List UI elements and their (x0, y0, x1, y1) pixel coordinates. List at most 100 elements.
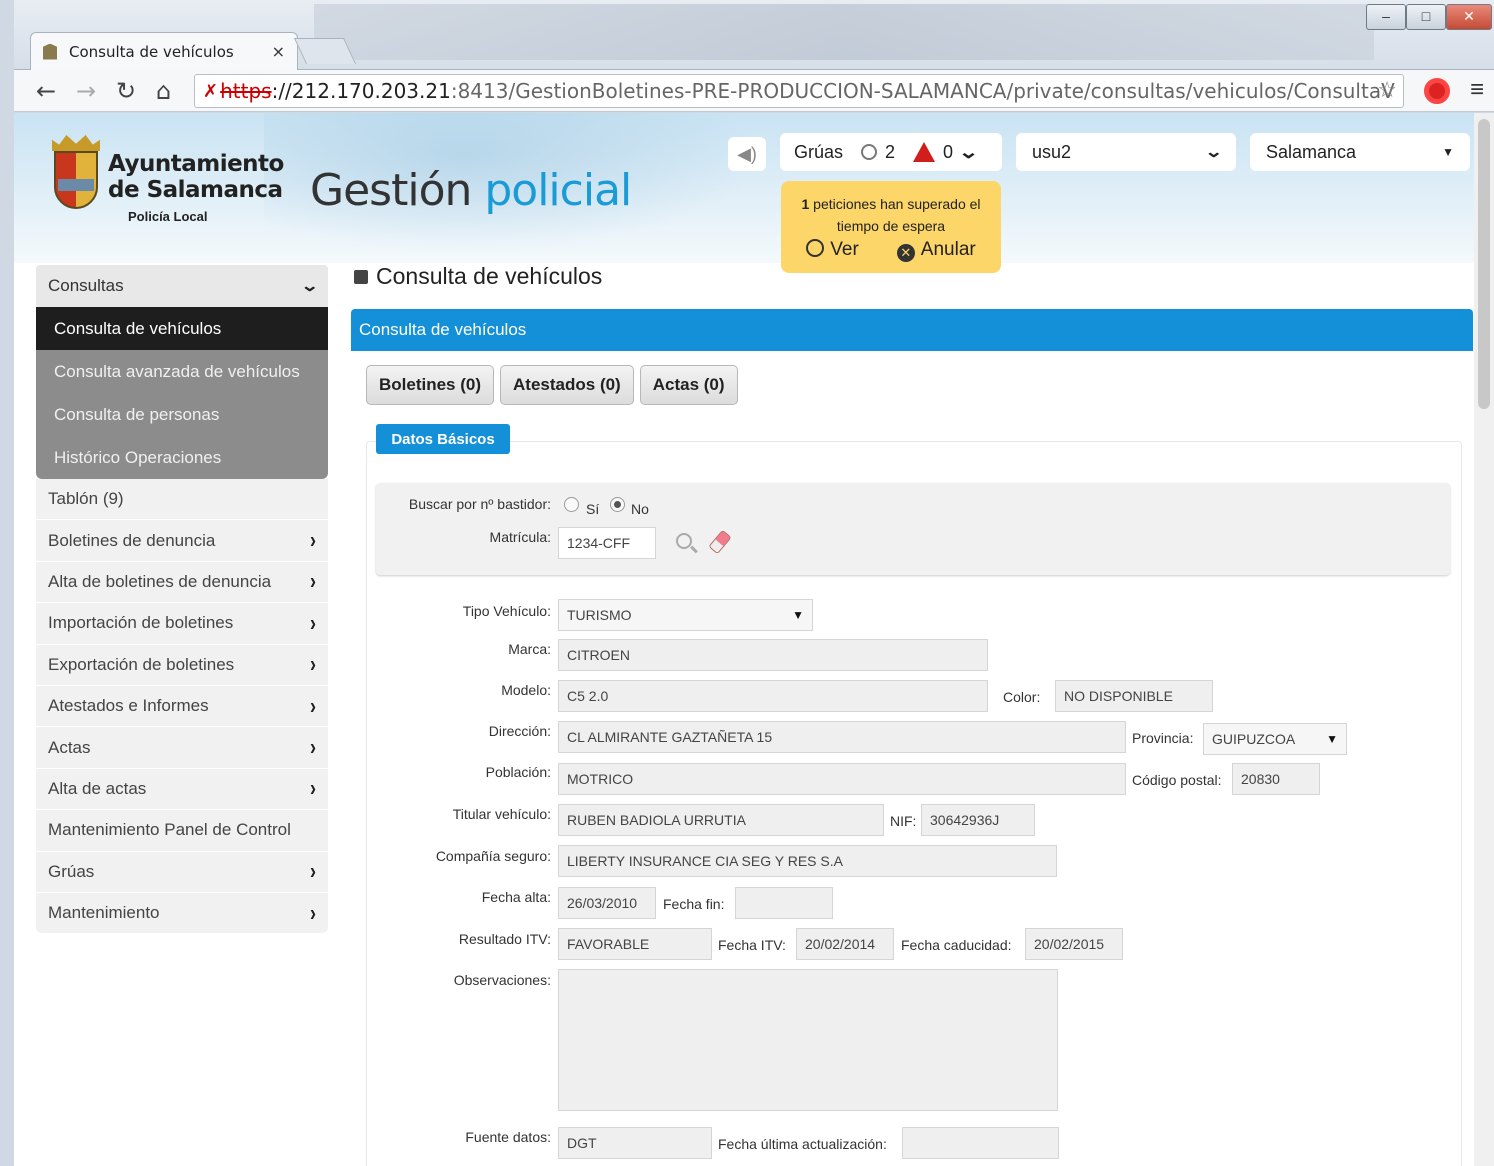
alert-text2: tiempo de espera (836, 218, 946, 234)
alert-cancel-button[interactable]: ✕ Anular (896, 239, 976, 262)
sidebar: Consultas ⌄ Consulta de vehículos Consul… (36, 265, 328, 935)
tab-actas[interactable]: Actas (0) (639, 365, 738, 405)
menu-icon[interactable]: ≡ (1470, 76, 1484, 104)
sidebar-item-boletines[interactable]: Boletines de denuncia › (36, 520, 328, 562)
logo-line2: de Salamanca (108, 177, 283, 203)
sidebar-item-exportacion[interactable]: Exportación de boletines › (36, 644, 328, 686)
warning-icon (913, 142, 936, 162)
modelo-field[interactable]: C5 2.0 (558, 680, 988, 712)
close-window-button[interactable]: ✕ (1446, 4, 1492, 30)
sidebar-item-historico[interactable]: Histórico Operaciones (36, 436, 328, 479)
minimize-button[interactable]: – (1366, 4, 1406, 30)
collapse-icon[interactable] (354, 269, 368, 284)
chevron-right-icon: › (310, 568, 316, 595)
tipo-select[interactable]: TURISMO ▼ (558, 599, 813, 631)
seguro-field[interactable]: LIBERTY INSURANCE CIA SEG Y RES S.A (558, 845, 1057, 877)
section-title: Datos Básicos (376, 424, 510, 454)
radio-si[interactable] (564, 497, 579, 512)
back-icon[interactable]: ← (36, 76, 56, 106)
close-tab-icon[interactable]: × (272, 42, 285, 61)
chevron-right-icon: › (310, 858, 316, 885)
fecha-itv-field[interactable]: 20/02/2014 (796, 928, 894, 960)
gruas-warn-count: 0 (943, 141, 954, 162)
tab-atestados[interactable]: Atestados (0) (500, 365, 634, 405)
favicon-icon (43, 43, 57, 60)
gruas-dropdown[interactable]: Grúas 2 0 ⌄ (780, 133, 1002, 171)
marca-field[interactable]: CITROEN (558, 639, 988, 671)
url-path: :8413/GestionBoletines-PRE-PRODUCCION-SA… (450, 79, 1395, 103)
cancel-icon: ✕ (896, 244, 915, 262)
caducidad-field[interactable]: 20/02/2015 (1025, 928, 1123, 960)
modelo-label: Modelo: (501, 682, 551, 698)
direccion-field[interactable]: CL ALMIRANTE GAZTAÑETA 15 (558, 721, 1126, 753)
address-bar[interactable]: ✗ https ://212.170.203.21 :8413/GestionB… (194, 74, 1404, 108)
zoom-in-icon (806, 239, 825, 257)
home-icon[interactable]: ⌂ (156, 76, 171, 106)
scrollbar-thumb[interactable] (1478, 119, 1490, 409)
sidebar-item-tablon[interactable]: Tablón (9) (36, 479, 328, 521)
color-field[interactable]: NO DISPONIBLE (1055, 680, 1213, 712)
nif-field[interactable]: 30642936J (921, 804, 1035, 836)
alert-view-button[interactable]: Ver (806, 239, 859, 262)
fin-field[interactable] (735, 887, 833, 919)
dropdown-arrow-icon: ▼ (1442, 145, 1454, 159)
provincia-select[interactable]: GUIPUZCOA ▼ (1203, 723, 1347, 755)
fin-label: Fecha fin: (663, 896, 725, 912)
forward-icon[interactable]: → (76, 76, 96, 106)
titular-label: Titular vehículo: (452, 806, 551, 822)
browser-toolbar: ← → ↻ ⌂ ✗ https ://212.170.203.21 :8413/… (14, 70, 1494, 112)
itv-label: Resultado ITV: (458, 931, 551, 947)
sidebar-item-panel-control[interactable]: Mantenimiento Panel de Control (36, 810, 328, 852)
radio-no[interactable] (610, 497, 625, 512)
matricula-input[interactable]: 1234-CFF (558, 527, 656, 559)
sidebar-item-mantenimiento[interactable]: Mantenimiento › (36, 892, 328, 935)
fuente-field[interactable]: DGT (558, 1127, 712, 1159)
sidebar-section-consultas[interactable]: Consultas ⌄ (36, 265, 328, 307)
observaciones-textarea[interactable] (558, 969, 1058, 1111)
poblacion-field[interactable]: MOTRICO (558, 763, 1126, 795)
chevron-right-icon: › (310, 899, 316, 926)
chevron-right-icon: › (310, 609, 316, 636)
bastidor-label: Buscar por nº bastidor: (408, 496, 551, 512)
maximize-button[interactable]: □ (1406, 4, 1446, 30)
marca-label: Marca: (508, 641, 551, 657)
itv-field[interactable]: FAVORABLE (558, 928, 712, 960)
dropdown-arrow-icon: ▼ (1326, 732, 1338, 746)
city-select[interactable]: Salamanca ▼ (1250, 133, 1470, 171)
cp-field[interactable]: 20830 (1232, 763, 1320, 795)
sidebar-item-consulta-personas[interactable]: Consulta de personas (36, 393, 328, 436)
color-label: Color: (1003, 689, 1041, 705)
titular-field[interactable]: RUBEN BADIOLA URRUTIA (558, 804, 884, 836)
user-select[interactable]: usu2 ⌄ (1016, 133, 1236, 171)
chevron-down-icon: ⌄ (299, 278, 319, 295)
ultima-field[interactable] (902, 1127, 1059, 1159)
browser-tab[interactable]: Consulta de vehículos × (30, 32, 298, 70)
ssl-error-icon[interactable]: ✗ (203, 81, 218, 102)
seguro-label: Compañía seguro: (435, 848, 551, 864)
sidebar-item-alta-actas[interactable]: Alta de actas › (36, 768, 328, 811)
caducidad-label: Fecha caducidad: (901, 937, 1012, 953)
reload-icon[interactable]: ↻ (116, 76, 136, 106)
sidebar-item-atestados[interactable]: Atestados e Informes › (36, 685, 328, 728)
search-icon[interactable] (676, 533, 692, 549)
sidebar-item-importacion[interactable]: Importación de boletines › (36, 603, 328, 645)
gruas-label: Grúas (794, 141, 844, 162)
bookmark-star-icon[interactable]: ☆ (1377, 78, 1397, 103)
speaker-icon[interactable]: ◀) (728, 137, 766, 171)
sidebar-item-actas[interactable]: Actas › (36, 727, 328, 769)
page-scrollbar[interactable] (1474, 113, 1494, 1166)
clock-icon (861, 144, 878, 160)
sidebar-item-consulta-avanzada[interactable]: Consulta avanzada de vehículos (36, 350, 328, 393)
sidebar-item-gruas[interactable]: Grúas › (36, 851, 328, 893)
ultima-label: Fecha última actualización: (718, 1136, 887, 1152)
alta-field[interactable]: 26/03/2010 (558, 887, 656, 919)
nif-label: NIF: (890, 813, 917, 829)
sidebar-item-consulta-vehiculos[interactable]: Consulta de vehículos (36, 307, 328, 350)
chevron-right-icon: › (310, 526, 316, 553)
tab-boletines[interactable]: Boletines (0) (366, 365, 495, 405)
blurred-background (314, 4, 1374, 60)
extension-icon[interactable] (1424, 78, 1450, 104)
logo-line1: Ayuntamiento (108, 151, 284, 177)
chevron-right-icon: › (310, 692, 316, 719)
sidebar-item-alta-boletines[interactable]: Alta de boletines de denuncia › (36, 561, 328, 604)
